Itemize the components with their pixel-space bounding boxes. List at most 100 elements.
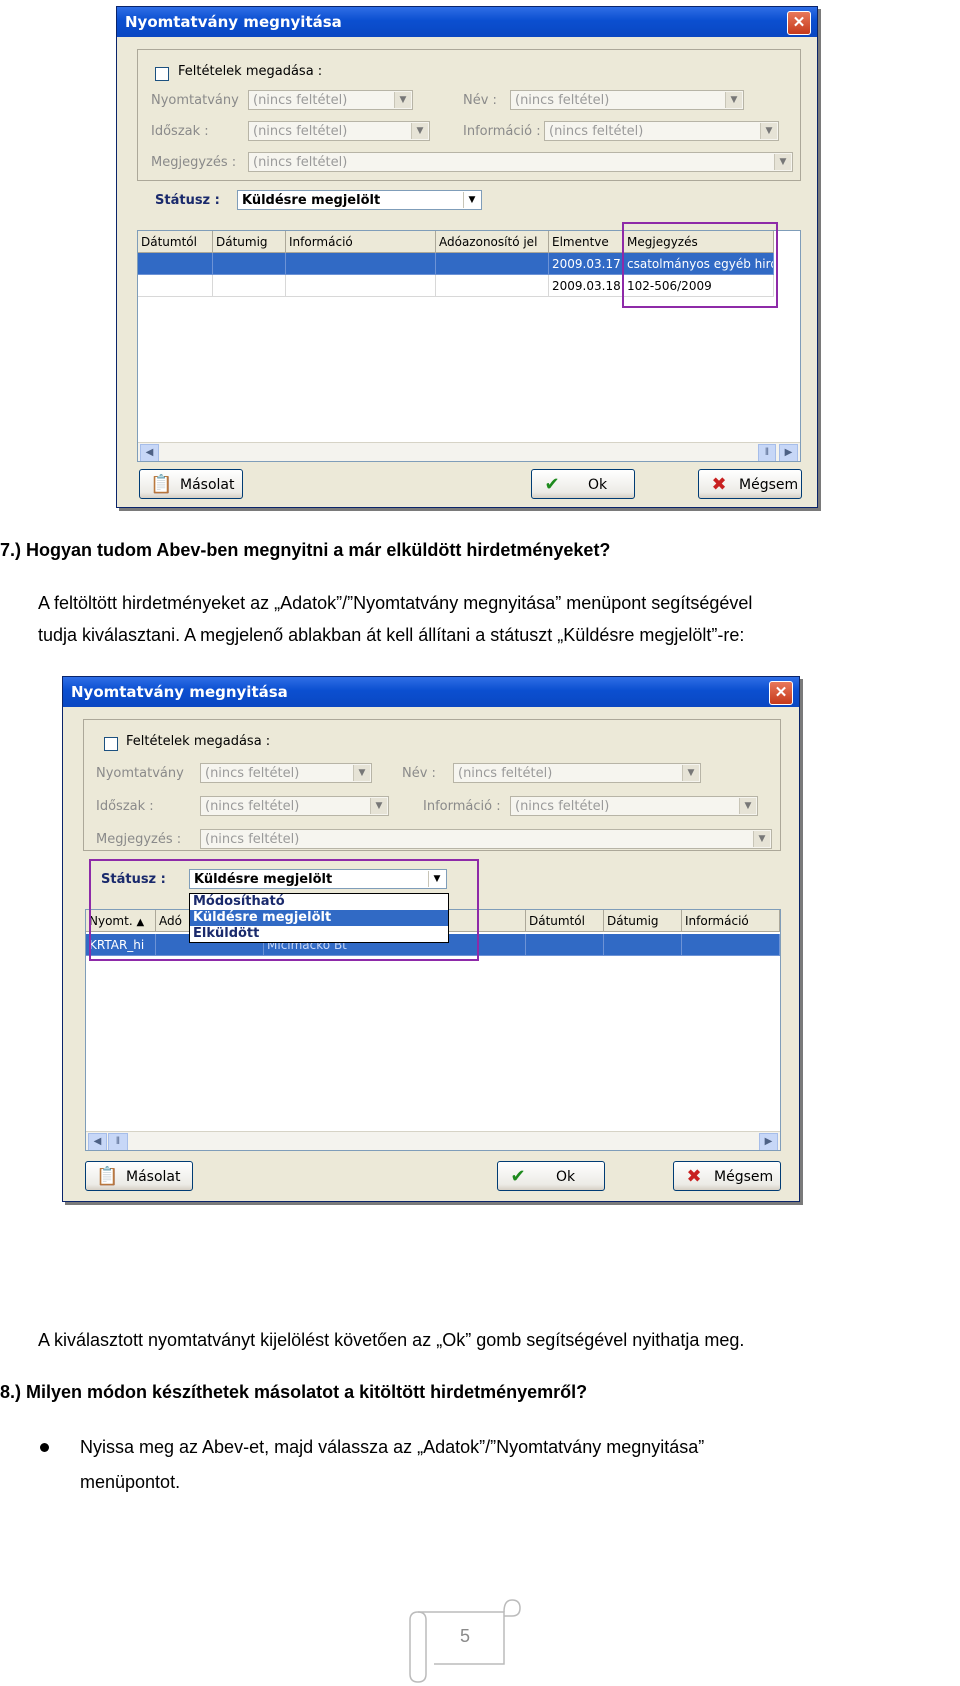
horizontal-scrollbar[interactable]: ◀ ‖ ▶ [138, 442, 800, 461]
dropdown-arrow-icon[interactable]: ▼ [353, 765, 370, 781]
table-cell [436, 275, 549, 297]
col-header-informacio[interactable]: Információ [682, 910, 780, 932]
informacio-combo[interactable]: (nincs feltétel) ▼ [510, 796, 758, 816]
close-button[interactable]: ✕ [787, 11, 811, 35]
conditions-checkbox[interactable] [155, 67, 169, 81]
conditions-label: Feltételek megadása : [126, 734, 271, 749]
table-cell [138, 253, 213, 275]
idoszak-value: (nincs feltétel) [205, 799, 300, 814]
section7-line2: tudja kiválasztani. A megjelenő ablakban… [38, 625, 745, 645]
table-cell-elmentve: 2009.03.17 [549, 253, 624, 275]
table-cell [682, 934, 780, 956]
status-combo[interactable]: Küldésre megjelölt ▼ [237, 190, 482, 210]
page-number: 5 [460, 1626, 471, 1646]
table-cell [436, 253, 549, 275]
megjegyzes-combo[interactable]: (nincs feltétel) ▼ [200, 829, 772, 849]
ok-button[interactable]: ✔ Ok [497, 1161, 605, 1191]
table-cell [526, 934, 604, 956]
checkmark-icon: ✔ [510, 1166, 526, 1187]
nev-label: Név : [463, 93, 497, 108]
scroll-left-icon[interactable]: ◀ [140, 444, 159, 461]
copy-icon: 📋 [150, 474, 173, 495]
section8-bullet-line2: menüpontot. [80, 1472, 181, 1492]
scroll-left-icon[interactable]: ◀ [88, 1133, 107, 1150]
col-header-adoazonosito[interactable]: Adóazonosító jel [436, 231, 549, 253]
dropdown-arrow-icon[interactable]: ▼ [463, 192, 480, 208]
table-cell [286, 253, 436, 275]
idoszak-combo[interactable]: (nincs feltétel) ▼ [248, 121, 430, 141]
megjegyzes-value: (nincs feltétel) [205, 832, 300, 847]
section8-bullet-line1: Nyissa meg az Abev-et, majd válassza az … [80, 1437, 705, 1457]
table-cell [138, 275, 213, 297]
dialog-title: Nyomtatvány megnyitása [63, 677, 799, 707]
col-header-datumig[interactable]: Dátumig [604, 910, 682, 932]
cancel-button[interactable]: ✖ Mégsem [673, 1161, 781, 1191]
col-header-informacio[interactable]: Információ [286, 231, 436, 253]
dialog-open-form-1: Nyomtatvány megnyitása ✕ Feltételek mega… [116, 6, 818, 508]
table-cell-elmentve: 2009.03.18 [549, 275, 624, 297]
informacio-value: (nincs feltétel) [515, 799, 610, 814]
nyomtatvany-label: Nyomtatvány [96, 766, 184, 781]
dropdown-arrow-icon[interactable]: ▼ [394, 92, 411, 108]
dropdown-arrow-icon[interactable]: ▼ [370, 798, 387, 814]
copy-button-label: Másolat [126, 1169, 181, 1185]
section7-heading: 7.) Hogyan tudom Abev-ben megnyitni a má… [0, 540, 611, 560]
nyomtatvany-label: Nyomtatvány [151, 93, 239, 108]
table-cell [213, 253, 286, 275]
dropdown-arrow-icon[interactable]: ▼ [753, 831, 770, 847]
dropdown-arrow-icon[interactable]: ▼ [725, 92, 742, 108]
megjegyzes-value: (nincs feltétel) [253, 155, 348, 170]
scroll-right-icon[interactable]: ▶ [779, 444, 798, 461]
col-header-datumtol[interactable]: Dátumtól [526, 910, 604, 932]
megjegyzes-combo[interactable]: (nincs feltétel) ▼ [248, 152, 793, 172]
col-header-datumig[interactable]: Dátumig [213, 231, 286, 253]
copy-button[interactable]: 📋 Másolat [139, 469, 243, 499]
conditions-checkbox[interactable] [104, 737, 118, 751]
idoszak-combo[interactable]: (nincs feltétel) ▼ [200, 796, 389, 816]
table-cell [213, 275, 286, 297]
horizontal-scrollbar[interactable]: ◀ ‖ ▶ [86, 1131, 780, 1150]
informacio-label: Információ : [463, 124, 541, 139]
nyomtatvany-combo[interactable]: (nincs feltétel) ▼ [200, 763, 372, 783]
megjegyzes-label: Megjegyzés : [96, 832, 182, 847]
after-dialog-text: A kiválasztott nyomtatványt kijelölést k… [38, 1330, 745, 1350]
dropdown-arrow-icon[interactable]: ▼ [774, 154, 791, 170]
col-header-datumtol[interactable]: Dátumtól [138, 231, 213, 253]
cancel-button-label: Mégsem [714, 1169, 774, 1185]
dropdown-arrow-icon[interactable]: ▼ [682, 765, 699, 781]
section7-line1: A feltöltött hirdetményeket az „Adatok”/… [38, 593, 753, 613]
megjegyzes-label: Megjegyzés : [151, 155, 237, 170]
nev-value: (nincs feltétel) [515, 93, 610, 108]
nyomtatvany-combo[interactable]: (nincs feltétel) ▼ [248, 90, 413, 110]
ok-button[interactable]: ✔ Ok [531, 469, 635, 499]
copy-icon: 📋 [96, 1166, 119, 1187]
checkmark-icon: ✔ [544, 474, 560, 495]
cancel-button[interactable]: ✖ Mégsem [698, 469, 802, 499]
scroll-thumb[interactable]: ‖ [758, 444, 776, 461]
dropdown-arrow-icon[interactable]: ▼ [739, 798, 756, 814]
copy-button-label: Másolat [180, 477, 235, 493]
col-header-elmentve[interactable]: Elmentve [549, 231, 624, 253]
status-value: Küldésre megjelölt [242, 193, 381, 208]
nev-value: (nincs feltétel) [458, 766, 553, 781]
ok-button-label: Ok [588, 477, 608, 493]
cancel-button-label: Mégsem [739, 477, 799, 493]
informacio-value: (nincs feltétel) [549, 124, 644, 139]
scroll-right-icon[interactable]: ▶ [759, 1133, 778, 1150]
table-cell [286, 275, 436, 297]
informacio-combo[interactable]: (nincs feltétel) ▼ [544, 121, 779, 141]
copy-button[interactable]: 📋 Másolat [85, 1161, 193, 1191]
ok-button-label: Ok [556, 1169, 576, 1185]
idoszak-value: (nincs feltétel) [253, 124, 348, 139]
nyomtatvany-value: (nincs feltétel) [205, 766, 300, 781]
dropdown-arrow-icon[interactable]: ▼ [411, 123, 428, 139]
nev-combo[interactable]: (nincs feltétel) ▼ [510, 90, 744, 110]
close-button[interactable]: ✕ [769, 681, 793, 705]
scroll-thumb[interactable]: ‖ [108, 1133, 128, 1150]
idoszak-label: Időszak : [151, 124, 209, 139]
nev-combo[interactable]: (nincs feltétel) ▼ [453, 763, 701, 783]
dialog-title: Nyomtatvány megnyitása [117, 7, 817, 37]
nyomtatvany-value: (nincs feltétel) [253, 93, 348, 108]
nev-label: Név : [402, 766, 436, 781]
dropdown-arrow-icon[interactable]: ▼ [760, 123, 777, 139]
